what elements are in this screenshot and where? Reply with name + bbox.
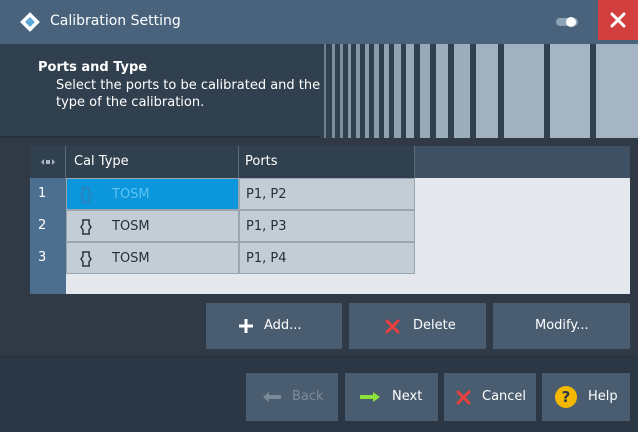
- question-icon: ?: [555, 386, 577, 408]
- help-button-label: Help: [588, 389, 618, 404]
- back-button-label: Back: [292, 389, 324, 404]
- calibration-kit-icon: [80, 219, 92, 235]
- cal-type-label: TOSM: [112, 187, 150, 202]
- toggle-switch-icon[interactable]: [556, 17, 578, 27]
- cal-type-label: TOSM: [112, 219, 150, 234]
- close-button[interactable]: [598, 0, 638, 40]
- modify-button-label: Modify...: [535, 318, 589, 333]
- table-cell-cal-type[interactable]: TOSM: [66, 178, 239, 210]
- step-description: Select the ports to be calibrated and th…: [56, 78, 321, 110]
- next-button[interactable]: Next: [345, 373, 438, 421]
- window-title: Calibration Setting: [50, 13, 181, 29]
- logo-icon: [20, 12, 40, 32]
- column-header-cal-type[interactable]: Cal Type: [66, 146, 239, 178]
- plus-icon: [239, 319, 253, 333]
- table-cell-cal-type[interactable]: TOSM: [66, 242, 239, 274]
- cancel-button[interactable]: Cancel: [444, 373, 536, 421]
- arrow-right-icon: [360, 392, 380, 402]
- arrow-left-icon: [263, 392, 281, 402]
- step-header: Ports and Type Select the ports to be ca…: [0, 44, 638, 138]
- add-button-label: Add...: [264, 318, 302, 333]
- resize-handle-icon: [40, 159, 55, 165]
- svg-text:?: ?: [562, 388, 571, 406]
- row-index[interactable]: 2: [30, 210, 66, 242]
- delete-button[interactable]: Delete: [349, 303, 486, 349]
- help-button[interactable]: ? Help: [542, 373, 630, 421]
- table-cell-ports[interactable]: P1, P2: [239, 178, 415, 210]
- empty-row-header: [30, 274, 66, 294]
- row-index[interactable]: 3: [30, 242, 66, 274]
- back-button[interactable]: Back: [246, 373, 338, 421]
- x-icon: [385, 319, 400, 334]
- table-header: Cal Type Ports: [30, 146, 630, 178]
- table-cell-ports[interactable]: P1, P3: [239, 210, 415, 242]
- calibration-kit-icon: [80, 187, 92, 203]
- row-handle-header[interactable]: [30, 146, 66, 178]
- x-icon: [456, 390, 471, 405]
- column-header-ports[interactable]: Ports: [239, 146, 415, 178]
- table-header-filler: [415, 146, 630, 178]
- calibration-table: Cal Type Ports 1 TOSM P1, P2 2 TOSM P1, …: [30, 146, 630, 294]
- decorative-stripes: [320, 44, 638, 138]
- table-cell-cal-type[interactable]: TOSM: [66, 210, 239, 242]
- step-title: Ports and Type: [38, 60, 148, 75]
- add-button[interactable]: Add...: [206, 303, 342, 349]
- calibration-kit-icon: [80, 251, 92, 267]
- close-icon: [610, 12, 626, 28]
- cal-type-label: TOSM: [112, 251, 150, 266]
- title-bar: Calibration Setting: [0, 0, 638, 44]
- delete-button-label: Delete: [413, 318, 456, 333]
- modify-button[interactable]: Modify...: [493, 303, 630, 349]
- cancel-button-label: Cancel: [482, 389, 527, 404]
- table-cell-ports[interactable]: P1, P4: [239, 242, 415, 274]
- next-button-label: Next: [392, 389, 423, 404]
- row-index[interactable]: 1: [30, 178, 66, 210]
